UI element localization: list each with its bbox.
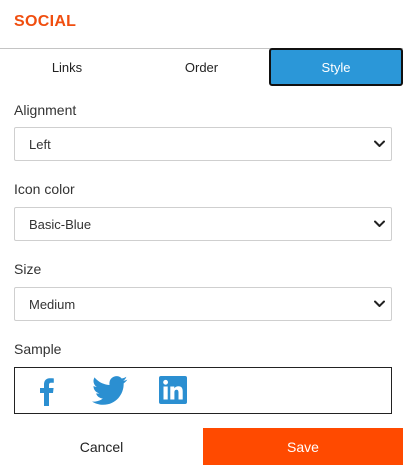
tab-style[interactable]: Style (269, 48, 403, 86)
twitter-icon (92, 376, 128, 405)
sample-preview (14, 367, 392, 414)
tab-order[interactable]: Order (134, 49, 269, 85)
tab-bar: Links Order Style (0, 48, 403, 86)
chevron-down-icon (374, 140, 385, 147)
sample-label: Sample (14, 341, 62, 357)
size-label: Size (14, 261, 42, 277)
alignment-value: Left (29, 136, 51, 152)
panel-title: SOCIAL (14, 13, 77, 30)
icon-color-label: Icon color (14, 181, 75, 197)
alignment-select[interactable]: Left (14, 127, 392, 161)
tab-links[interactable]: Links (0, 49, 134, 85)
linkedin-icon (159, 376, 187, 404)
icon-color-select[interactable]: Basic-Blue (14, 207, 392, 241)
alignment-label: Alignment (14, 102, 77, 118)
icon-color-value: Basic-Blue (29, 216, 92, 232)
chevron-down-icon (374, 220, 385, 227)
cancel-button[interactable]: Cancel (0, 428, 203, 465)
chevron-down-icon (374, 300, 385, 307)
facebook-icon (40, 378, 54, 406)
size-value: Medium (29, 296, 76, 312)
save-button[interactable]: Save (203, 428, 403, 465)
size-select[interactable]: Medium (14, 287, 392, 321)
